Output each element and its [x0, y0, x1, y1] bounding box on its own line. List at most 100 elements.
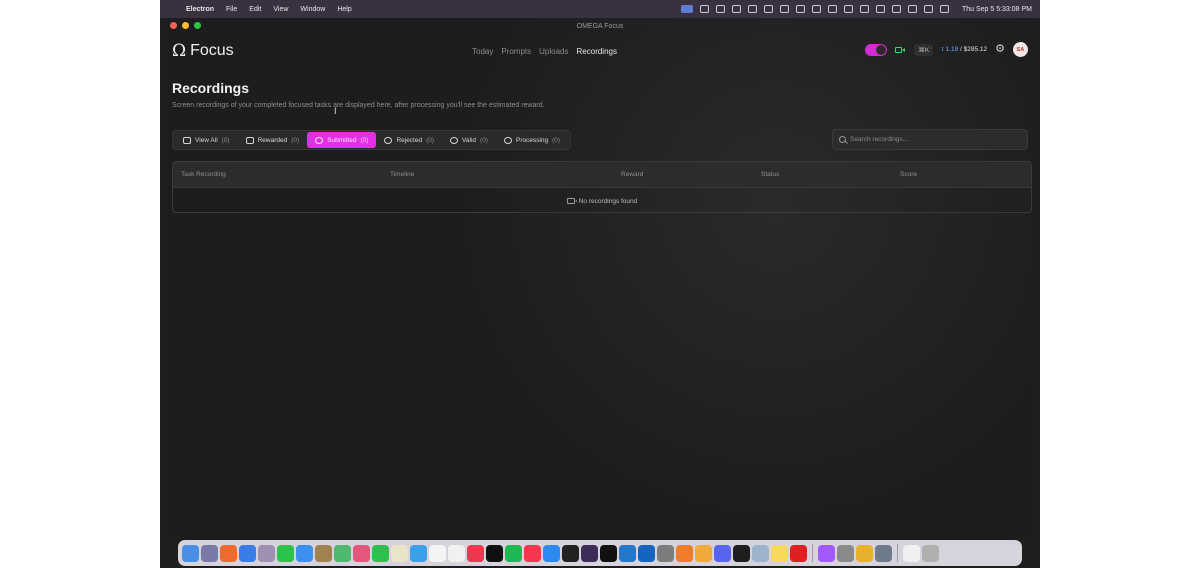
- nav-uploads[interactable]: Uploads: [539, 47, 568, 56]
- command-k-shortcut[interactable]: ⌘K: [914, 43, 934, 56]
- facetime-icon[interactable]: [372, 544, 389, 562]
- search-input[interactable]: [850, 136, 1020, 143]
- main-nav: Today Prompts Uploads Recordings: [472, 47, 617, 56]
- reminders-icon[interactable]: [448, 544, 465, 562]
- cloud-icon[interactable]: [843, 5, 853, 13]
- document-icon[interactable]: [903, 544, 920, 562]
- column-reward[interactable]: Reward: [621, 171, 643, 178]
- arrows-icon[interactable]: [779, 5, 789, 13]
- column-status[interactable]: Status: [761, 171, 779, 178]
- calculator-icon[interactable]: [837, 544, 854, 562]
- column-task-recording[interactable]: Task Recording: [181, 171, 226, 178]
- omega-app-icon[interactable]: [600, 544, 617, 562]
- column-score[interactable]: Score: [900, 171, 917, 178]
- mail-icon[interactable]: [296, 544, 313, 562]
- vscode-icon[interactable]: [619, 544, 636, 562]
- user-icon[interactable]: [859, 5, 869, 13]
- calendar-icon[interactable]: [429, 544, 446, 562]
- messages-icon[interactable]: [277, 544, 294, 562]
- nav-today[interactable]: Today: [472, 47, 493, 56]
- launchpad-icon[interactable]: [201, 544, 218, 562]
- cube-app-icon[interactable]: [562, 544, 579, 562]
- screen-capture-icon[interactable]: [752, 544, 769, 562]
- news-icon[interactable]: [524, 544, 541, 562]
- table-header: Task Recording Timeline Reward Status Sc…: [173, 162, 1031, 187]
- app-store-icon[interactable]: [543, 544, 560, 562]
- focus-toggle[interactable]: [865, 43, 888, 56]
- trash-icon[interactable]: [922, 544, 939, 562]
- siri-icon[interactable]: [939, 5, 949, 13]
- discord-icon[interactable]: [714, 544, 731, 562]
- coins-icon: [245, 136, 254, 144]
- filter-label: View All: [195, 136, 218, 144]
- safari-icon[interactable]: [239, 544, 256, 562]
- filter-submitted[interactable]: Submitted (0): [307, 132, 377, 148]
- outlook-icon[interactable]: [638, 544, 655, 562]
- tao-balance: τ 1.19: [941, 46, 959, 53]
- fork-icon[interactable]: [811, 5, 821, 13]
- filter-valid[interactable]: Valid (0): [442, 132, 496, 148]
- menu-help[interactable]: Help: [337, 6, 351, 13]
- bolt-icon[interactable]: [731, 5, 741, 13]
- figma-icon[interactable]: [818, 544, 835, 562]
- dock-separator: [897, 544, 898, 562]
- notes-icon[interactable]: [391, 544, 408, 562]
- layout-icon[interactable]: [699, 5, 709, 13]
- system-settings-icon[interactable]: [657, 544, 674, 562]
- tv-icon[interactable]: [486, 544, 503, 562]
- filter-rejected[interactable]: Rejected (0): [376, 132, 442, 148]
- photos-icon[interactable]: [353, 544, 370, 562]
- control-center-icon[interactable]: [923, 5, 933, 13]
- app-logo[interactable]: Ω Focus: [172, 41, 234, 61]
- camera-icon[interactable]: [895, 46, 906, 54]
- menu-app-name[interactable]: Electron: [186, 6, 214, 13]
- filter-count: (0): [552, 136, 561, 144]
- nav-recordings[interactable]: Recordings: [577, 47, 617, 56]
- filter-rewarded[interactable]: Rewarded (0): [238, 132, 308, 148]
- bluetooth-icon[interactable]: [795, 5, 805, 13]
- swift-icon[interactable]: [676, 544, 693, 562]
- pen-icon[interactable]: [763, 5, 773, 13]
- nav-prompts[interactable]: Prompts: [501, 47, 531, 56]
- brave-icon[interactable]: [220, 544, 237, 562]
- menu-view[interactable]: View: [273, 6, 288, 13]
- preview-icon[interactable]: [258, 544, 275, 562]
- acrobat-icon[interactable]: [790, 544, 807, 562]
- filter-processing[interactable]: Processing (0): [496, 132, 568, 148]
- balance-display[interactable]: τ 1.19 / $285.12: [941, 46, 987, 53]
- gear-icon[interactable]: ⚙: [995, 44, 1005, 55]
- chrome-icon[interactable]: [856, 544, 873, 562]
- electron-icon[interactable]: [875, 544, 892, 562]
- menu-window[interactable]: Window: [300, 6, 325, 13]
- filter-count: (0): [480, 136, 488, 144]
- stickies-icon[interactable]: [771, 544, 788, 562]
- magnet-icon[interactable]: [581, 544, 598, 562]
- freeform-icon[interactable]: [410, 544, 427, 562]
- finder-icon[interactable]: [182, 544, 199, 562]
- sketch-icon[interactable]: [695, 544, 712, 562]
- layers-icon[interactable]: [715, 5, 725, 13]
- screen-share-icon[interactable]: [680, 5, 693, 13]
- column-timeline[interactable]: Timeline: [390, 171, 414, 178]
- music-icon[interactable]: [467, 544, 484, 562]
- screen: Electron File Edit View Window Help Thu …: [160, 0, 1040, 568]
- zoom-window-button[interactable]: [194, 22, 201, 29]
- menu-file[interactable]: File: [226, 6, 237, 13]
- menu-edit[interactable]: Edit: [249, 6, 261, 13]
- menubar-clock[interactable]: Thu Sep 5 5:33:08 PM: [962, 6, 1032, 13]
- page-subtitle: Screen recordings of your completed focu…: [172, 102, 545, 109]
- close-window-button[interactable]: [170, 22, 177, 29]
- video-icon: [566, 198, 577, 204]
- search-icon[interactable]: [891, 5, 901, 13]
- filter-view-all[interactable]: View All (0): [175, 132, 238, 148]
- monitor-icon[interactable]: [747, 5, 757, 13]
- spotify-icon[interactable]: [505, 544, 522, 562]
- terminal-icon[interactable]: [733, 544, 750, 562]
- minimize-window-button[interactable]: [182, 22, 189, 29]
- contacts-icon[interactable]: [315, 544, 332, 562]
- maps-icon[interactable]: [334, 544, 351, 562]
- play-icon[interactable]: [827, 5, 837, 13]
- wifi-icon[interactable]: [907, 5, 917, 13]
- avatar[interactable]: SA: [1013, 42, 1028, 57]
- battery-icon[interactable]: [875, 5, 885, 13]
